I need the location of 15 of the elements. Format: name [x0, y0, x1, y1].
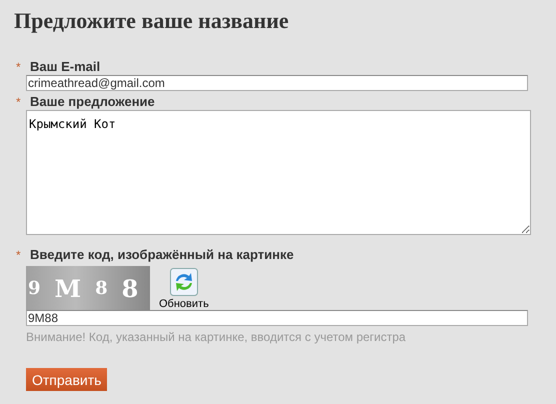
input-field[interactable]: Крымский Кот	[26, 110, 531, 235]
captcha-image: 9 M 8 8	[26, 266, 150, 310]
refresh-icon	[170, 268, 198, 296]
field-label: Ваш E-mail	[30, 59, 100, 74]
page-title: Предложите ваше название	[14, 8, 290, 34]
field-label: Ваше предложение	[30, 94, 155, 109]
required-mark: *	[16, 60, 22, 74]
refresh-button[interactable]: Обновить	[159, 266, 209, 310]
required-mark: *	[16, 248, 22, 262]
field-label: Введите код, изображённый на картинке	[30, 247, 294, 262]
input-field[interactable]: 9M88	[26, 310, 528, 326]
required-mark: *	[16, 95, 22, 109]
submit-button[interactable]: Отправить	[26, 368, 108, 391]
hint-text: Внимание! Код, указанный на картинке, вводится с учетом регистра	[26, 330, 407, 344]
input-field[interactable]: crimeathread@gmail.com	[26, 75, 528, 91]
